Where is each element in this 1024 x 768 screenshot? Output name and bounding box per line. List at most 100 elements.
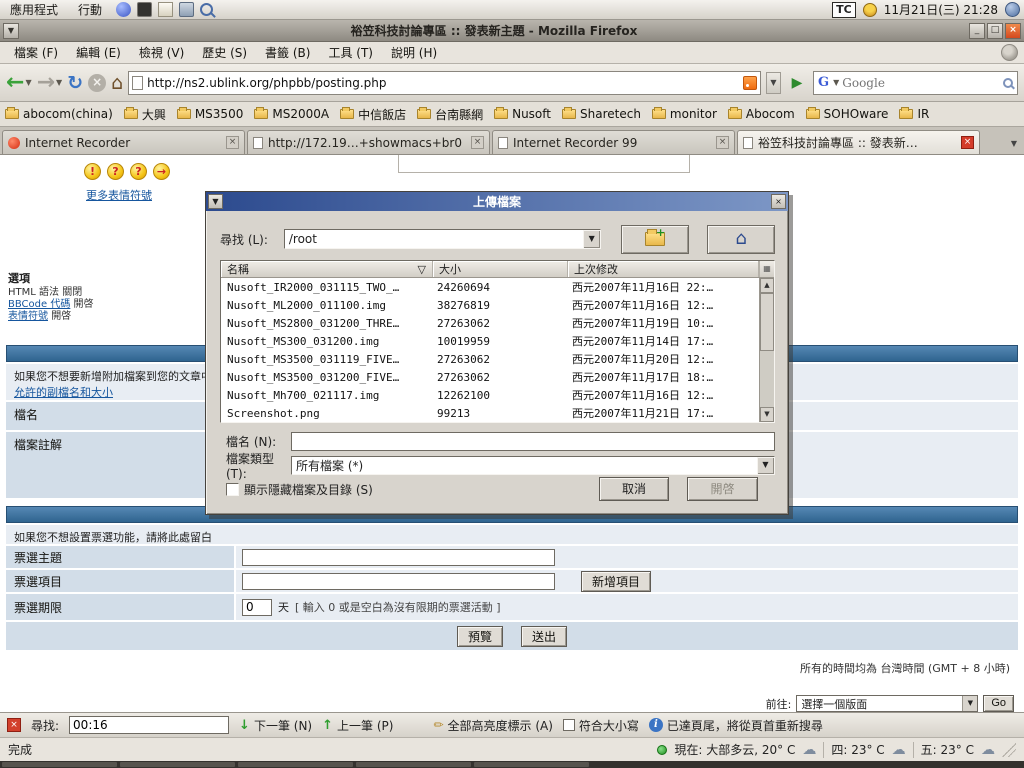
- weather-now[interactable]: 現在: 大部多云, 20° C: [674, 741, 795, 758]
- bookmark-item[interactable]: Nusoft: [494, 107, 551, 121]
- weather-thursday[interactable]: 四: 23° C: [831, 741, 884, 758]
- scrollbar-thumb[interactable]: [760, 293, 774, 351]
- search-icon[interactable]: [200, 3, 213, 16]
- terminal-launcher-icon[interactable]: [137, 2, 152, 17]
- dialog-menu-button[interactable]: ▼: [208, 194, 223, 209]
- goto-button[interactable]: Go: [983, 695, 1014, 712]
- poll-option-input[interactable]: [242, 573, 555, 590]
- find-prev-button[interactable]: ↑ 上一筆 (P): [322, 717, 393, 734]
- google-logo-icon[interactable]: G: [818, 75, 829, 90]
- volume-icon[interactable]: [1005, 2, 1020, 17]
- findbar-close-icon[interactable]: ×: [7, 718, 21, 732]
- menu-bookmarks[interactable]: 書籤 (B): [257, 42, 318, 63]
- reload-button[interactable]: ↻: [67, 72, 83, 94]
- highlight-all-button[interactable]: ✏ 全部高亮度標示 (A): [433, 717, 552, 734]
- input-method-indicator[interactable]: TC: [832, 2, 856, 18]
- tab-forum-active[interactable]: 裕笠科技討論專區 :: 發表新… ×: [737, 130, 980, 154]
- close-button[interactable]: ×: [1005, 23, 1021, 39]
- bookmark-item[interactable]: Sharetech: [562, 107, 641, 121]
- menu-view[interactable]: 檢視 (V): [131, 42, 192, 63]
- file-row[interactable]: Nusoft_Mh700_021117.img12262100西元2007年11…: [221, 386, 759, 404]
- search-submit-icon[interactable]: [1003, 78, 1013, 88]
- tab-internet-recorder-99[interactable]: Internet Recorder 99 ×: [492, 130, 735, 154]
- taskbar-window-button[interactable]: [2, 762, 117, 767]
- poll-topic-input[interactable]: [242, 549, 555, 566]
- emoticon-question2[interactable]: ?: [130, 163, 147, 180]
- taskbar-window-button[interactable]: [356, 762, 471, 767]
- open-button[interactable]: 開啓: [687, 477, 758, 501]
- home-button[interactable]: ⌂: [111, 72, 123, 94]
- chevron-down-icon[interactable]: ▼: [962, 696, 977, 711]
- filetype-combo[interactable]: 所有檔案 (*) ▼: [291, 456, 775, 475]
- look-in-combo[interactable]: /root ▼: [284, 229, 601, 249]
- tab-close-icon[interactable]: ×: [226, 136, 239, 149]
- scroll-up-icon[interactable]: ▲: [760, 278, 774, 293]
- favicon-page-icon[interactable]: [132, 76, 143, 90]
- bookmark-item[interactable]: IR: [899, 107, 929, 121]
- user-icon[interactable]: [863, 3, 877, 17]
- bookmark-item[interactable]: 中信飯店: [340, 106, 406, 123]
- option-bbcode-link[interactable]: BBCode 代碼: [8, 299, 70, 310]
- column-header-modified[interactable]: 上次修改: [568, 261, 759, 277]
- browser-launcher-icon[interactable]: [116, 2, 131, 17]
- applications-menu[interactable]: 應用程式: [4, 0, 64, 19]
- clock-applet[interactable]: 11月21日(三) 21:28: [884, 1, 998, 18]
- tab-internet-recorder[interactable]: Internet Recorder ×: [2, 130, 245, 154]
- show-hidden-checkbox[interactable]: [226, 483, 239, 496]
- option-smilies-link[interactable]: 表情符號: [8, 311, 48, 322]
- tab-close-icon[interactable]: ×: [471, 136, 484, 149]
- menu-help[interactable]: 說明 (H): [383, 42, 445, 63]
- taskbar-window-button[interactable]: [238, 762, 353, 767]
- file-row[interactable]: Screenshot.png99213西元2007年11月21日 17:…: [221, 404, 759, 422]
- file-row[interactable]: Nusoft_MS3500_031119_FIVE…27263062西元2007…: [221, 350, 759, 368]
- forum-select[interactable]: 選擇一個版面 ▼: [796, 695, 978, 712]
- file-row[interactable]: Nusoft_MS300_031200.img10019959西元2007年11…: [221, 332, 759, 350]
- go-button[interactable]: ▶: [786, 72, 808, 94]
- search-engine-dropdown[interactable]: ▼: [833, 78, 839, 87]
- maximize-button[interactable]: □: [987, 23, 1003, 39]
- url-history-dropdown[interactable]: ▼: [766, 72, 781, 94]
- bookmark-item[interactable]: MS2000A: [254, 107, 329, 121]
- search-input[interactable]: [842, 76, 1000, 90]
- url-input[interactable]: [147, 76, 739, 90]
- forward-dropdown[interactable]: ▼: [56, 78, 62, 87]
- menu-edit[interactable]: 編輯 (E): [68, 42, 129, 63]
- preview-button[interactable]: 預覽: [457, 626, 503, 647]
- menu-history[interactable]: 歷史 (S): [194, 42, 255, 63]
- allowed-extensions-link[interactable]: 允許的副檔名和大小: [14, 386, 113, 399]
- file-row[interactable]: Nusoft_MS3500_031200_FIVE…27263062西元2007…: [221, 368, 759, 386]
- dialog-filename-input[interactable]: [291, 432, 775, 451]
- resize-grip[interactable]: [1002, 743, 1016, 757]
- actions-menu[interactable]: 行動: [72, 0, 108, 19]
- window-menu-button[interactable]: ▼: [3, 23, 19, 39]
- tab-showmacs[interactable]: http://172.19…+showmacs+br0 ×: [247, 130, 490, 154]
- match-case-checkbox[interactable]: [563, 719, 575, 731]
- file-row[interactable]: Nusoft_IR2000_031115_TWO_…24260694西元2007…: [221, 278, 759, 296]
- scroll-down-icon[interactable]: ▼: [760, 407, 774, 422]
- bookmark-item[interactable]: abocom(china): [5, 107, 113, 121]
- weather-friday[interactable]: 五: 23° C: [921, 741, 974, 758]
- taskbar-window-button[interactable]: [474, 762, 589, 767]
- stop-button[interactable]: ×: [88, 74, 106, 92]
- forward-button[interactable]: →: [37, 72, 55, 94]
- back-button[interactable]: ←: [6, 72, 24, 94]
- menu-tools[interactable]: 工具 (T): [320, 42, 381, 63]
- bookmark-item[interactable]: 大興: [124, 106, 166, 123]
- bookmark-item[interactable]: Abocom: [728, 107, 795, 121]
- column-header-size[interactable]: 大小: [433, 261, 568, 277]
- emoticon-exclaim[interactable]: !: [84, 163, 101, 180]
- list-corner-button[interactable]: ▦: [759, 261, 774, 277]
- find-input[interactable]: [69, 716, 229, 734]
- cancel-button[interactable]: 取消: [599, 477, 669, 501]
- tab-close-icon[interactable]: ×: [961, 136, 974, 149]
- menu-file[interactable]: 檔案 (F): [6, 42, 66, 63]
- dialog-close-button[interactable]: ×: [771, 194, 786, 209]
- add-option-button[interactable]: 新增項目: [581, 571, 651, 592]
- emoticon-question[interactable]: ?: [107, 163, 124, 180]
- find-next-button[interactable]: ↓ 下一筆 (N): [239, 717, 312, 734]
- file-list-scrollbar[interactable]: ▲ ▼: [759, 278, 774, 422]
- poll-duration-input[interactable]: [242, 599, 272, 616]
- submit-button[interactable]: 送出: [521, 626, 567, 647]
- bookmark-item[interactable]: monitor: [652, 107, 717, 121]
- bookmark-item[interactable]: MS3500: [177, 107, 244, 121]
